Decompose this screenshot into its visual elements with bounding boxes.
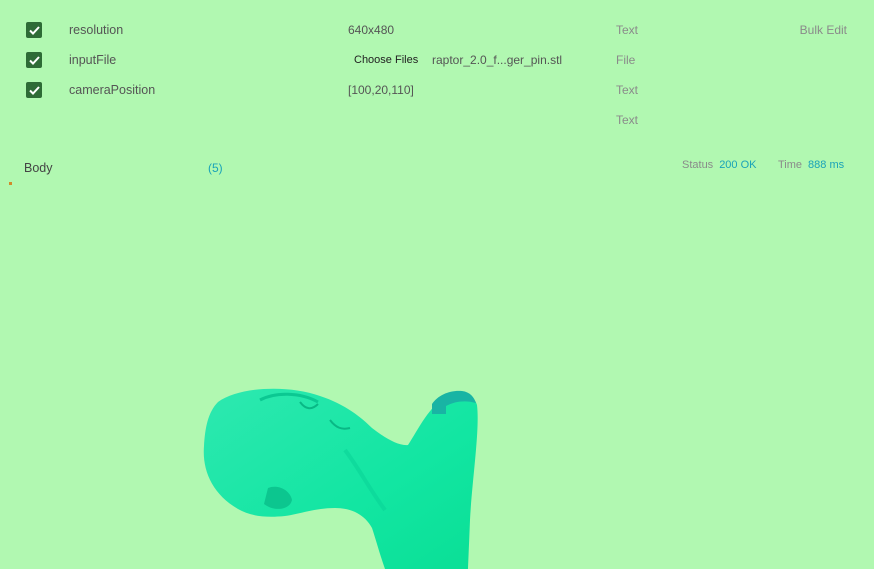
selected-file-name: raptor_2.0_f...ger_pin.stl [432, 53, 563, 67]
loading-dot [9, 182, 12, 185]
head-model-shape [203, 388, 478, 569]
check-icon [28, 25, 40, 35]
choose-files-button[interactable]: Choose Files [354, 52, 418, 68]
checkbox-inputfile[interactable] [26, 52, 42, 68]
param-type[interactable]: File [616, 52, 635, 68]
time-label: Time [778, 159, 803, 171]
param-row-resolution: resolution 640x480 Text [0, 22, 874, 52]
check-icon [28, 85, 40, 95]
status-value: 200 OK [719, 159, 757, 171]
param-row-cameraposition: cameraPosition [100,20,110] Text [0, 82, 874, 112]
bulk-edit-link[interactable]: Bulk Edit [800, 23, 847, 37]
param-row-inputfile: inputFile Choose Files raptor_2.0_f...ge… [0, 52, 874, 82]
time-value: 888 ms [808, 159, 845, 171]
body-tab[interactable]: Body [24, 161, 53, 175]
param-value[interactable]: [100,20,110] [348, 82, 414, 98]
check-icon [28, 55, 40, 65]
param-type[interactable]: Text [616, 82, 638, 98]
param-type[interactable]: Text [616, 112, 638, 128]
checkbox-resolution[interactable] [26, 22, 42, 38]
param-key[interactable]: cameraPosition [69, 82, 155, 98]
status-readout: Status 200 OK [682, 159, 757, 171]
checkbox-cameraposition[interactable] [26, 82, 42, 98]
rendered-model-image [203, 388, 478, 569]
time-readout: Time 888 ms [778, 159, 844, 171]
param-key[interactable]: resolution [69, 22, 123, 38]
status-label: Status [682, 159, 714, 171]
param-type[interactable]: Text [616, 22, 638, 38]
param-key[interactable]: inputFile [69, 52, 116, 68]
param-value[interactable]: 640x480 [348, 22, 394, 38]
body-count: (5) [208, 161, 223, 175]
param-row-empty: Text [0, 112, 874, 142]
